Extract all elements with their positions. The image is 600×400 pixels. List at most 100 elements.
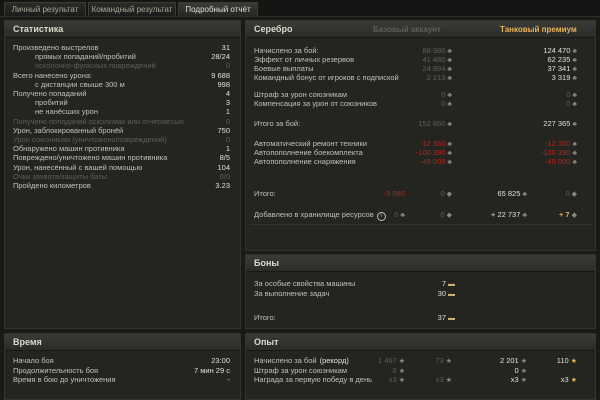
storage-row: Добавлено в хранилище ресурсов i 0 ♣ 0 ◆ + 22 … (246, 210, 595, 221)
silver-row: Автоматический ремонт техники -12 350 ♣ -12… (246, 139, 595, 148)
time-row: Продолжительность боя 7 мин 29 с (5, 366, 240, 375)
stat-label: Пройдено километров (13, 181, 91, 190)
bond-label: За выполнение задач (254, 289, 330, 298)
stat-value: 4 (225, 89, 230, 98)
silver-label: Штраф за урон союзникам (254, 90, 348, 99)
silver-total-base-value: -9 080 (383, 189, 405, 198)
silver-row: Автопополнение снаряжения -49 000 ♣ -49 000… (246, 157, 595, 166)
stat-row: Произведено выстрелов 31 (5, 43, 240, 52)
stat-value: 0/0 (219, 171, 230, 181)
crystal-icon: ◆ (571, 191, 577, 198)
bonds-panel: Боны За особые свойства машины 7 ▬ За выпол… (245, 254, 596, 329)
stat-row: Обнаружено машин противника 1 (5, 144, 240, 153)
stat-value: 104 (217, 162, 230, 172)
stat-label: с дистанции свыше 300 м (35, 79, 125, 89)
stat-value: 0 (225, 61, 230, 71)
silver-premium-value: 227 365 ♣ (543, 119, 577, 128)
stat-value: 9 688 (211, 70, 230, 80)
experience-premium-value: 2 201 ★ (499, 356, 527, 365)
free-exp-icon: ★ (570, 377, 577, 384)
silver-coin-icon: ♣ (400, 212, 405, 219)
stat-value: 1 (225, 107, 230, 117)
silver-premium-value: 0 ♣ (566, 99, 577, 108)
silver-label: Автопополнение снаряжения (254, 157, 356, 166)
star-icon: ★ (398, 377, 405, 384)
silver-label: Итого за бой: (254, 119, 301, 128)
storage-base-value: 0 ♣ (394, 210, 405, 219)
stat-row: Урон, заблокированный бронёй 750 (5, 126, 240, 135)
silver-label: Автопополнение боекомплекта (254, 148, 363, 157)
silver-total-premium-extra: 0 ◆ (565, 189, 577, 198)
time-value: - (227, 375, 231, 384)
silver-total-row: Итого: -9 080 0 ◆ 65 825 ♣ 0 ◆ (246, 189, 595, 198)
silver-label: Эффект от личных резервов (254, 55, 355, 64)
silver-base-value: 2 213 ♣ (426, 73, 452, 82)
silver-coin-icon: ♣ (572, 159, 577, 166)
silver-base-value: -49 000 ♣ (419, 157, 452, 166)
stat-row: пробитий 3 (5, 98, 240, 107)
silver-separator (250, 224, 591, 225)
stat-row: прямых попаданий/пробитий 28/24 (5, 52, 240, 61)
time-row: Начало боя 23:00 (5, 356, 240, 365)
stat-row: Очки захвата/защиты базы 0/0 (5, 172, 240, 181)
stat-label: не нанёсших урон (35, 107, 98, 117)
crystal-icon: ◆ (446, 191, 452, 198)
stat-label: Получено попаданий осколками или огнесме… (13, 116, 184, 126)
silver-coin-icon: ♣ (522, 212, 527, 219)
silver-total-label: Итого: (254, 189, 276, 198)
silver-coin-icon: ♣ (572, 121, 577, 128)
stat-value: 3 (225, 98, 230, 108)
silver-coin-icon: ♣ (447, 121, 452, 128)
time-label: Продолжительность боя (13, 365, 99, 375)
storage-label: Добавлено в хранилище ресурсов i (254, 210, 386, 221)
experience-panel: Опыт Начислено за бой (рекорд) 1 467 ★ 73 ★ 2 … (245, 333, 596, 400)
crystal-icon: ◆ (571, 212, 577, 219)
stat-label: Произведено выстрелов (13, 43, 99, 52)
tab-personal-result[interactable]: Личный результат (4, 2, 86, 16)
experience-base-value: 0 ★ (392, 365, 405, 375)
bond-total-value: 37 ▬ (437, 313, 455, 322)
time-title: Время (5, 334, 240, 351)
stat-label: Всего нанесено урона: (13, 70, 93, 80)
info-icon[interactable]: i (376, 212, 386, 221)
time-value: 23:00 (211, 356, 230, 365)
silver-label: Компенсация за урон от союзников (254, 99, 377, 108)
experience-label: Штраф за урон союзникам (254, 365, 348, 375)
bond-row: За особые свойства машины 7 ▬ (246, 279, 595, 288)
bonds-title: Боны (246, 255, 595, 272)
star-icon: ★ (520, 377, 527, 384)
experience-label: Начислено за бой (рекорд) (254, 356, 349, 365)
stat-row: Получено попаданий осколками или огнесме… (5, 117, 240, 126)
silver-total-base-extra: 0 ◆ (440, 189, 452, 198)
silver-coin-icon: ♣ (572, 75, 577, 82)
stat-label: прямых попаданий/пробитий (35, 52, 136, 62)
silver-label: Боевые выплаты (254, 64, 314, 73)
tab-team-result[interactable]: Командный результат (88, 2, 176, 16)
stat-label: Очки захвата/защиты базы (13, 171, 108, 181)
record-label: (рекорд) (319, 356, 349, 365)
experience-base-value: x3 ★ (388, 375, 405, 384)
stat-value: 750 (217, 125, 230, 135)
silver-coin-icon: ♣ (522, 191, 527, 198)
bond-label: За особые свойства машины (254, 279, 356, 288)
tank-premium-header: Танковый премиум (500, 25, 577, 34)
bond-value: 7 ▬ (441, 279, 455, 288)
experience-base-free: x3 ★ (435, 375, 452, 384)
stat-value: 8/5 (219, 153, 230, 163)
storage-premium-extra: + 7 ◆ (558, 210, 577, 219)
bond-icon: ▬ (448, 281, 455, 288)
experience-row: Штраф за урон союзникам 0 ★ 0 ★ (246, 366, 595, 375)
stat-row: не нанёсших урон 1 (5, 107, 240, 116)
tab-detailed-report[interactable]: Подробный отчёт (178, 2, 258, 16)
silver-row: Начислено за бой: 88 980 ♣ 124 470 ♣ (246, 46, 595, 55)
silver-base-value: 0 ♣ (441, 99, 452, 108)
stat-label: Обнаружено машин противника (13, 144, 125, 154)
stat-label: пробитий (35, 98, 68, 108)
silver-label: Командный бонус от игроков с подпиской (254, 73, 399, 82)
time-label: Время в бою до уничтожения (13, 375, 116, 384)
stat-value: 31 (221, 43, 230, 52)
statistics-title: Статистика (5, 21, 240, 38)
bond-total-row: Итого: 37 ▬ (246, 313, 595, 322)
silver-row: Автопополнение боекомплекта -100 390 ♣ -100… (246, 148, 595, 157)
free-exp-icon: ★ (445, 377, 452, 384)
